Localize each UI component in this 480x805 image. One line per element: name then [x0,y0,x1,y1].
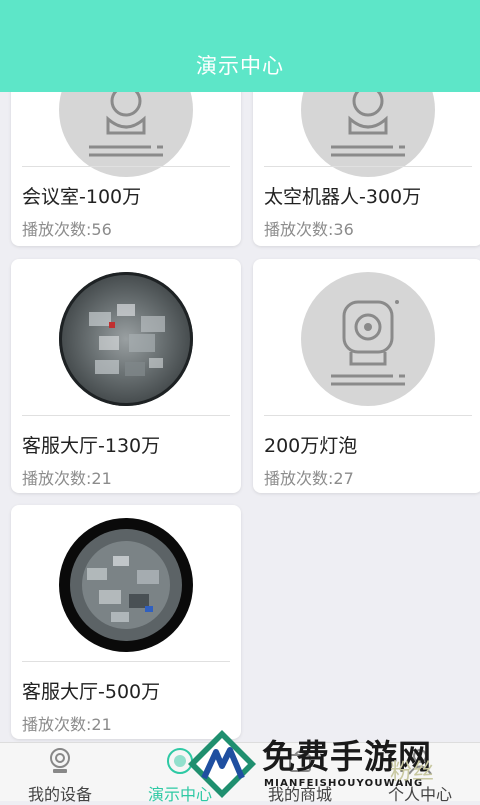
card-divider [22,166,230,167]
card-play-count: 播放次数:27 [264,469,354,488]
card-divider [22,661,230,662]
watermark-extra-text: 粉丝 [390,760,435,785]
card-title: 会议室-100万 [22,186,142,208]
watermark-logo-icon [188,730,256,798]
demo-card-space-robot[interactable]: 太空机器人-300万 播放次数:36 [253,78,480,246]
card-play-count: 播放次数:56 [22,220,112,239]
site-watermark: 免费手游网 MIANFEISHOUYOUWANG 粉丝 [182,726,480,800]
card-title: 客服大厅-500万 [22,681,161,703]
card-divider [22,415,230,416]
page-title: 演示中心 [196,54,284,78]
camera-placeholder-thumbnail [301,78,435,177]
camera-placeholder-thumbnail [59,78,193,177]
demo-card-service-hall-500[interactable]: 客服大厅-500万 播放次数:21 [11,505,241,739]
card-title: 200万灯泡 [264,435,358,457]
camera-icon [50,748,70,773]
fisheye-office-dark-image [70,529,182,641]
card-title: 客服大厅-130万 [22,435,161,457]
fisheye-office-image [59,272,193,406]
card-divider [264,415,472,416]
camera-icon [89,85,163,157]
camera-icon [331,85,405,157]
app-header: 演示中心 [0,0,480,92]
demo-card-bulb-200[interactable]: 200万灯泡 播放次数:27 [253,259,480,493]
card-play-count: 播放次数:21 [22,469,112,488]
fisheye-video-thumbnail [59,518,193,652]
camera-icon [331,300,405,386]
card-play-count: 播放次数:21 [22,715,112,734]
camera-placeholder-thumbnail [301,272,435,406]
card-divider [264,166,472,167]
tab-my-devices[interactable]: 我的设备 [0,743,120,804]
demo-card-service-hall-130[interactable]: 客服大厅-130万 播放次数:21 [11,259,241,493]
demo-grid: 会议室-100万 播放次数:56 太空机器人-300万 播放次数:36 客服大厅… [0,0,480,800]
card-title: 太空机器人-300万 [264,186,422,208]
fisheye-video-thumbnail [59,272,193,406]
demo-card-meeting-room[interactable]: 会议室-100万 播放次数:56 [11,78,241,246]
tab-label: 我的设备 [27,785,92,804]
card-play-count: 播放次数:36 [264,220,354,239]
